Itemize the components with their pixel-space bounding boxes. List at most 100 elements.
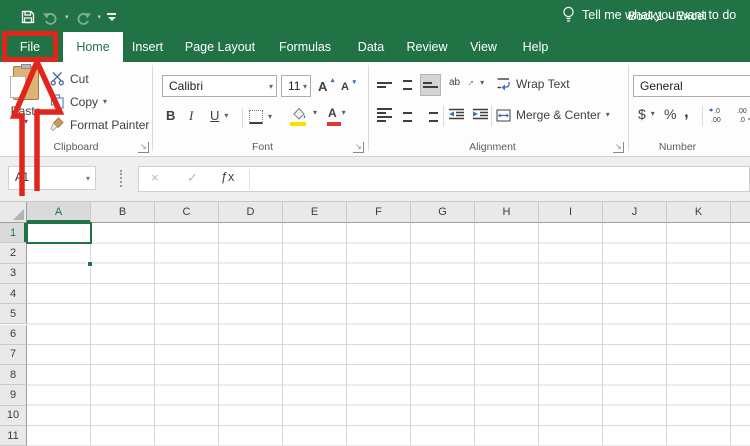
font-color-dropdown-icon[interactable]: ▾: [342, 109, 346, 117]
bottom-align-button[interactable]: [420, 74, 441, 96]
align-right-button[interactable]: [420, 104, 441, 126]
decrease-indent-button[interactable]: [448, 108, 465, 121]
align-center-icon: [400, 108, 415, 122]
cell-grid[interactable]: [27, 223, 750, 446]
alignment-dialog-launcher-icon[interactable]: ↘: [613, 142, 624, 153]
align-center-button[interactable]: [397, 104, 418, 126]
font-name-value: Calibri: [169, 79, 204, 93]
select-all-button[interactable]: [0, 202, 27, 223]
fill-handle[interactable]: [87, 261, 93, 267]
borders-dropdown-icon[interactable]: ▾: [268, 113, 272, 121]
row-header-3[interactable]: 3: [0, 263, 27, 284]
orientation-icon: ab: [449, 77, 461, 88]
comma-style-button[interactable]: ,: [684, 102, 689, 122]
tab-view[interactable]: View: [460, 32, 507, 62]
underline-button[interactable]: U ▾: [210, 108, 228, 123]
column-header-c[interactable]: C: [155, 202, 219, 223]
increase-font-size-button[interactable]: A ▴: [318, 77, 334, 94]
tab-home[interactable]: Home: [63, 32, 123, 62]
number-format-combobox[interactable]: General: [633, 75, 750, 97]
row-header-6[interactable]: 6: [0, 324, 27, 345]
merge-center-button[interactable]: Merge & Center ▾: [496, 108, 610, 122]
redo-icon[interactable]: [75, 10, 92, 25]
clipboard-dialog-launcher-icon[interactable]: ↘: [138, 142, 149, 153]
column-header-a[interactable]: A: [27, 202, 91, 223]
undo-dropdown-icon[interactable]: ▾: [65, 14, 69, 21]
decrease-font-size-button[interactable]: A ▾: [341, 79, 356, 93]
tab-data[interactable]: Data: [346, 32, 396, 62]
column-header-k[interactable]: K: [667, 202, 731, 223]
row-header-11[interactable]: 11: [0, 426, 27, 446]
accounting-dropdown-icon[interactable]: ▾: [651, 110, 655, 118]
save-icon[interactable]: [20, 9, 36, 25]
svg-text:.0: .0: [714, 108, 720, 115]
row-header-2[interactable]: 2: [0, 243, 27, 264]
row-header-1[interactable]: 1: [0, 223, 27, 244]
tab-insert[interactable]: Insert: [123, 32, 172, 62]
tell-me-label: Tell me what you want to do: [582, 8, 737, 22]
wrap-text-button[interactable]: Wrap Text: [496, 76, 570, 91]
font-name-combobox[interactable]: Calibri ▾: [162, 75, 277, 97]
cut-label: Cut: [70, 71, 89, 86]
bold-button[interactable]: B: [166, 108, 175, 123]
orientation-button[interactable]: ab → ▾: [449, 75, 484, 90]
row-header-5[interactable]: 5: [0, 304, 27, 325]
font-name-dropdown-icon[interactable]: ▾: [269, 83, 273, 91]
formula-input[interactable]: [251, 167, 749, 191]
tab-review[interactable]: Review: [398, 32, 456, 62]
underline-dropdown-icon[interactable]: ▾: [224, 111, 228, 120]
accounting-format-button[interactable]: $ ▾: [638, 106, 655, 122]
column-header-i[interactable]: I: [539, 202, 603, 223]
font-dialog-launcher-icon[interactable]: ↘: [353, 142, 364, 153]
align-right-icon: [423, 108, 438, 122]
merge-center-dropdown-icon[interactable]: ▾: [606, 111, 610, 119]
row-header-10[interactable]: 10: [0, 405, 27, 426]
orientation-dropdown-icon[interactable]: ▾: [480, 78, 484, 87]
number-format-value: General: [640, 79, 683, 93]
font-size-combobox[interactable]: 11 ▾: [281, 75, 311, 97]
row-header-4[interactable]: 4: [0, 283, 27, 305]
undo-icon[interactable]: [42, 10, 59, 25]
column-header-j[interactable]: J: [603, 202, 667, 223]
column-header-h[interactable]: H: [475, 202, 539, 223]
tab-help[interactable]: Help: [511, 32, 560, 62]
increase-decimal-button[interactable]: .0 .00: [708, 106, 728, 124]
align-left-button[interactable]: [374, 104, 395, 126]
percent-style-button[interactable]: %: [664, 106, 676, 122]
cancel-icon[interactable]: ×: [151, 170, 159, 185]
increase-indent-button[interactable]: [472, 108, 489, 121]
selected-cell-a1[interactable]: [26, 222, 93, 267]
redo-dropdown-icon[interactable]: ▾: [98, 14, 102, 21]
row-header-8[interactable]: 8: [0, 365, 27, 386]
row-header-9[interactable]: 9: [0, 385, 27, 406]
customize-quick-access-icon[interactable]: [107, 13, 117, 21]
formula-bar-panel: × ✓ ƒx: [138, 166, 750, 192]
format-painter-label: Format Painter: [70, 117, 150, 132]
borders-button[interactable]: ▾: [249, 110, 272, 124]
name-box-dropdown-icon[interactable]: ▾: [86, 175, 90, 183]
separator: [249, 169, 250, 189]
tell-me-box[interactable]: Tell me what you want to do: [562, 0, 736, 30]
column-header-f[interactable]: F: [347, 202, 411, 223]
tab-formulas[interactable]: Formulas: [268, 32, 342, 62]
formula-bar-divider[interactable]: [120, 170, 122, 187]
font-size-dropdown-icon[interactable]: ▾: [303, 83, 307, 91]
column-header-partial[interactable]: [731, 202, 750, 223]
decrease-decimal-button[interactable]: .00 .0: [736, 106, 750, 124]
insert-function-icon[interactable]: ƒx: [221, 170, 234, 184]
middle-align-button[interactable]: [397, 74, 418, 96]
column-header-d[interactable]: D: [219, 202, 283, 223]
italic-button[interactable]: I: [189, 108, 193, 124]
column-header-b[interactable]: B: [91, 202, 155, 223]
row-header-7[interactable]: 7: [0, 344, 27, 366]
font-color-button[interactable]: A ▾: [328, 107, 346, 119]
enter-icon[interactable]: ✓: [187, 170, 198, 186]
column-header-g[interactable]: G: [411, 202, 475, 223]
column-header-e[interactable]: E: [283, 202, 347, 223]
fill-color-dropdown-icon[interactable]: ▾: [313, 109, 317, 117]
copy-dropdown-icon[interactable]: ▾: [103, 97, 107, 106]
tab-page-layout[interactable]: Page Layout: [176, 32, 264, 62]
top-align-button[interactable]: [374, 74, 395, 96]
svg-text:.00: .00: [711, 117, 721, 124]
fill-color-button[interactable]: ▾: [290, 106, 317, 120]
